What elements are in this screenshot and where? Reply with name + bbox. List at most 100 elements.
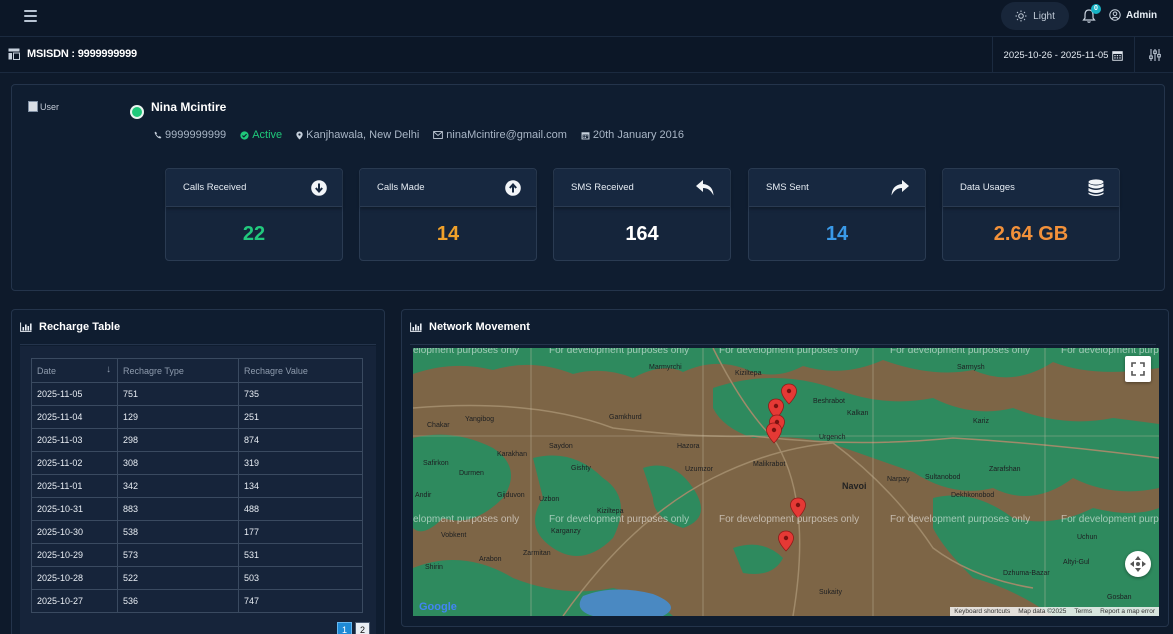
recharge-table-container: Date↓ Rechagre Type Rechagre Value 2025-… bbox=[20, 346, 376, 634]
top-bar: Light 0 Admin bbox=[0, 0, 1173, 37]
msisdn-label: MSISDN : 9999999999 bbox=[27, 48, 137, 60]
fullscreen-button[interactable] bbox=[1125, 356, 1151, 382]
map-place-label: Gosban bbox=[1107, 594, 1132, 601]
email-info: ninaMcintire@gmail.com bbox=[433, 129, 567, 141]
settings-sliders-icon[interactable] bbox=[1149, 48, 1161, 62]
database-icon bbox=[1088, 179, 1104, 197]
column-header-type[interactable]: Rechagre Type bbox=[118, 359, 239, 383]
user-circle-icon bbox=[1109, 9, 1121, 21]
stat-card-data-usages: Data Usages 2.64 GB bbox=[942, 168, 1120, 261]
map-place-label: Andir bbox=[415, 492, 431, 499]
location-info: Kanjhawala, New Delhi bbox=[296, 129, 419, 141]
map-place-label: Shirin bbox=[425, 564, 443, 571]
map-watermark: elopment purposes only bbox=[413, 514, 519, 525]
check-circle-icon bbox=[240, 131, 249, 140]
profile-card: User Nina Mcintire 9999999999 Active Kan… bbox=[11, 84, 1165, 291]
report-map-error-link[interactable]: Report a map error bbox=[1096, 607, 1159, 616]
phone-icon bbox=[154, 131, 162, 139]
fullscreen-icon bbox=[1125, 356, 1151, 382]
status-info: Active bbox=[240, 129, 282, 141]
map-place-label: Dzhuma-Bazar bbox=[1003, 570, 1050, 577]
map-place-label: Kiziltepa bbox=[597, 508, 623, 515]
menu-icon[interactable] bbox=[24, 10, 37, 22]
cell-type: 536 bbox=[118, 590, 239, 613]
cell-value: 177 bbox=[239, 521, 363, 544]
pan-arrows-icon bbox=[1125, 551, 1151, 577]
map-place-label: Zarafshan bbox=[989, 466, 1021, 473]
email-value: ninaMcintire@gmail.com bbox=[446, 129, 567, 141]
cell-date: 2025-11-02 bbox=[32, 452, 118, 475]
cell-date: 2025-10-28 bbox=[32, 567, 118, 590]
cell-date: 2025-10-29 bbox=[32, 544, 118, 567]
column-header-date[interactable]: Date↓ bbox=[32, 359, 118, 383]
map-watermark: For development purposes only bbox=[890, 348, 1030, 356]
theme-toggle-button[interactable]: Light bbox=[1001, 2, 1069, 30]
map-place-label: Navoi bbox=[842, 481, 867, 491]
msisdn-heading: MSISDN : 9999999999 bbox=[8, 48, 137, 60]
cell-value: 134 bbox=[239, 475, 363, 498]
map-place-label: Sarmysh bbox=[957, 364, 985, 371]
forward-icon bbox=[890, 179, 910, 197]
table-row: 2025-10-30538177 bbox=[32, 521, 363, 544]
column-header-value[interactable]: Rechagre Value bbox=[239, 359, 363, 383]
broken-image-icon bbox=[28, 101, 38, 112]
map-view[interactable]: elopment purposes only For development p… bbox=[413, 348, 1159, 616]
page-2-button[interactable]: 2 bbox=[355, 622, 370, 634]
cell-type: 751 bbox=[118, 383, 239, 406]
map-place-label: Beshrabot bbox=[813, 398, 845, 405]
stat-value: 2.64 GB bbox=[943, 223, 1119, 246]
map-place-label: Arabon bbox=[479, 556, 502, 563]
user-label: Admin bbox=[1126, 10, 1157, 21]
map-place-label: Zarmitan bbox=[523, 550, 551, 557]
map-place-label: Sukaity bbox=[819, 589, 842, 596]
recharge-table: Date↓ Rechagre Type Rechagre Value 2025-… bbox=[31, 358, 363, 613]
cell-value: 735 bbox=[239, 383, 363, 406]
panel-title-text: Recharge Table bbox=[39, 321, 120, 333]
map-pan-control[interactable] bbox=[1125, 551, 1151, 577]
cell-value: 251 bbox=[239, 406, 363, 429]
map-place-label: Uzbon bbox=[539, 496, 559, 503]
map-place-label: Hazora bbox=[677, 443, 700, 450]
map-watermark: For development purposes only bbox=[1061, 514, 1159, 525]
pagination: 1 2 bbox=[337, 622, 370, 634]
terms-link[interactable]: Terms bbox=[1070, 607, 1096, 616]
network-movement-panel: Network Movement bbox=[401, 309, 1169, 627]
panel-title-text: Network Movement bbox=[429, 321, 530, 333]
stat-card-sms-sent: SMS Sent 14 bbox=[748, 168, 926, 261]
cell-type: 538 bbox=[118, 521, 239, 544]
page-1-button[interactable]: 1 bbox=[337, 622, 352, 634]
stat-label: SMS Received bbox=[571, 182, 634, 193]
cell-value: 531 bbox=[239, 544, 363, 567]
table-row: 2025-11-03298874 bbox=[32, 429, 363, 452]
cell-value: 747 bbox=[239, 590, 363, 613]
sort-arrow-icon[interactable]: ↓ bbox=[106, 364, 111, 375]
phone-value: 9999999999 bbox=[165, 129, 226, 141]
map-place-label: Safirkon bbox=[423, 460, 449, 467]
map-footer: Keyboard shortcuts Map data ©2025 Terms … bbox=[950, 607, 1159, 616]
map-place-label: Kariz bbox=[973, 418, 989, 425]
date-range-picker[interactable]: 2025-10-26 - 2025-11-05 bbox=[992, 37, 1135, 73]
map-place-label: Gishty bbox=[571, 465, 591, 472]
cell-date: 2025-10-27 bbox=[32, 590, 118, 613]
table-row: 2025-11-05751735 bbox=[32, 383, 363, 406]
map-data-link[interactable]: Map data ©2025 bbox=[1014, 607, 1070, 616]
joined-info: 20th January 2016 bbox=[581, 129, 684, 141]
cell-date: 2025-11-03 bbox=[32, 429, 118, 452]
map-watermark: For development purposes only bbox=[719, 348, 859, 356]
table-row: 2025-11-02308319 bbox=[32, 452, 363, 475]
keyboard-shortcuts-link[interactable]: Keyboard shortcuts bbox=[950, 607, 1014, 616]
user-avatar: User bbox=[28, 101, 59, 112]
stat-value: 14 bbox=[360, 223, 536, 246]
cell-date: 2025-11-04 bbox=[32, 406, 118, 429]
table-row: 2025-11-01342134 bbox=[32, 475, 363, 498]
divider bbox=[410, 344, 1156, 345]
map-place-label: Sultanobod bbox=[925, 474, 960, 481]
calendar-icon bbox=[581, 131, 590, 140]
phone-info: 9999999999 bbox=[154, 129, 226, 141]
layout-icon bbox=[8, 48, 20, 60]
calendar-icon bbox=[1112, 50, 1123, 61]
user-menu[interactable]: Admin bbox=[1109, 9, 1157, 21]
cell-type: 573 bbox=[118, 544, 239, 567]
status-value: Active bbox=[252, 129, 282, 141]
map-place-label: Chakar bbox=[427, 422, 450, 429]
